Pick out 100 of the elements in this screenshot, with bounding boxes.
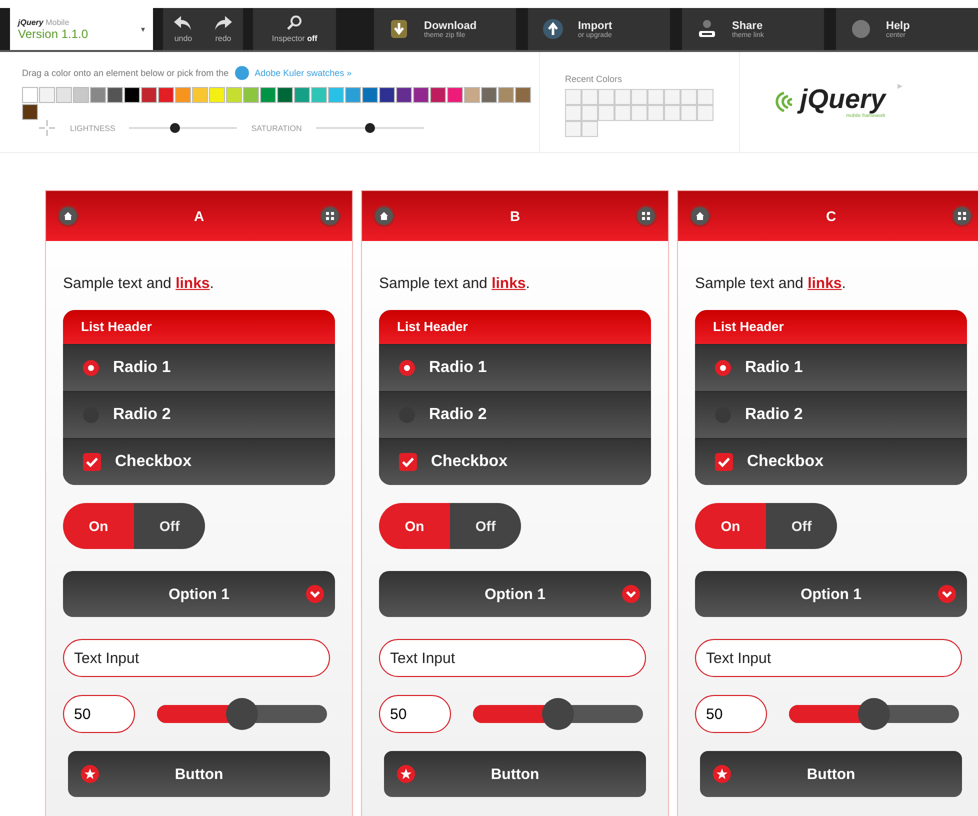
- color-swatch[interactable]: [447, 87, 463, 103]
- star-button[interactable]: Button: [68, 751, 330, 797]
- radio-button[interactable]: [83, 360, 99, 376]
- brand-logo-text: jQuery: [18, 18, 44, 26]
- slider-thumb[interactable]: [364, 123, 375, 133]
- slider-thumb[interactable]: [542, 698, 574, 730]
- color-swatch[interactable]: [243, 87, 259, 103]
- color-swatch[interactable]: [481, 87, 497, 103]
- color-swatch[interactable]: [107, 87, 123, 103]
- color-swatch[interactable]: [430, 87, 446, 103]
- list-header: List Header: [63, 310, 335, 344]
- checkbox[interactable]: [83, 453, 101, 471]
- color-swatch[interactable]: [464, 87, 480, 103]
- color-swatch[interactable]: [141, 87, 157, 103]
- checkbox[interactable]: [399, 453, 417, 471]
- grid-button[interactable]: [319, 205, 341, 227]
- sample-link[interactable]: links: [808, 275, 842, 292]
- select-menu[interactable]: Option 1: [63, 571, 335, 617]
- text-input-field[interactable]: Text Input: [695, 639, 962, 677]
- home-button[interactable]: [689, 205, 711, 227]
- option-label: Radio 1: [429, 359, 487, 377]
- sample-text: Sample text and links.: [379, 275, 531, 292]
- checkbox-row[interactable]: Checkbox: [379, 438, 651, 485]
- slider-track[interactable]: [473, 698, 643, 730]
- kuler-icon: [234, 66, 249, 80]
- home-icon: [695, 211, 705, 221]
- star-button[interactable]: Button: [700, 751, 962, 797]
- color-swatch[interactable]: [158, 87, 174, 103]
- toggle-option[interactable]: Off: [134, 503, 205, 549]
- toggle-option[interactable]: Off: [766, 503, 837, 549]
- radio-row[interactable]: Radio 2: [63, 391, 335, 438]
- color-swatch[interactable]: [226, 87, 242, 103]
- color-swatch[interactable]: [192, 87, 208, 103]
- slider-track[interactable]: [157, 698, 327, 730]
- instruction-text: Drag a color onto an element below or pick from the: [22, 68, 229, 78]
- search-icon: [286, 15, 303, 31]
- grid-icon: [641, 211, 651, 221]
- slider-thumb[interactable]: [858, 698, 890, 730]
- color-swatch[interactable]: [294, 87, 310, 103]
- radio-row[interactable]: Radio 1: [695, 344, 967, 391]
- slider-value-field[interactable]: 50: [379, 695, 451, 733]
- color-swatch[interactable]: [311, 87, 327, 103]
- crosshair-icon: [38, 119, 56, 137]
- sample-link[interactable]: links: [492, 275, 526, 292]
- version-menu[interactable]: jQuery Mobile Version 1.1.0 ▾: [10, 8, 154, 50]
- color-swatch[interactable]: [90, 87, 106, 103]
- color-swatch[interactable]: [396, 87, 412, 103]
- color-swatch[interactable]: [73, 87, 89, 103]
- radio-row[interactable]: Radio 2: [379, 391, 651, 438]
- toggle-option[interactable]: On: [379, 503, 450, 549]
- sample-link[interactable]: links: [176, 275, 210, 292]
- color-swatch[interactable]: [362, 87, 378, 103]
- color-swatch[interactable]: [345, 87, 361, 103]
- radio-row[interactable]: Radio 2: [695, 391, 967, 438]
- slider-thumb[interactable]: [170, 123, 180, 133]
- color-swatch[interactable]: [56, 87, 72, 103]
- toggle-option[interactable]: On: [63, 503, 134, 549]
- radio-row[interactable]: Radio 1: [63, 344, 335, 391]
- checkbox[interactable]: [715, 453, 733, 471]
- color-swatch[interactable]: [22, 87, 38, 103]
- text-input-field[interactable]: Text Input: [379, 639, 646, 677]
- slider-value-field[interactable]: 50: [695, 695, 767, 733]
- color-swatch[interactable]: [209, 87, 225, 103]
- radio-row[interactable]: Radio 1: [379, 344, 651, 391]
- select-menu[interactable]: Option 1: [379, 571, 651, 617]
- undo-icon: [173, 15, 194, 31]
- radio-button[interactable]: [715, 360, 731, 376]
- star-button[interactable]: Button: [384, 751, 646, 797]
- checkbox-row[interactable]: Checkbox: [63, 438, 335, 485]
- toggle-option[interactable]: On: [695, 503, 766, 549]
- chevron-down-icon: [937, 584, 957, 604]
- option-label: Checkbox: [431, 453, 508, 471]
- header-title: B: [510, 208, 520, 224]
- color-swatch[interactable]: [22, 104, 38, 120]
- color-swatch[interactable]: [124, 87, 140, 103]
- home-button[interactable]: [57, 205, 79, 227]
- color-swatch[interactable]: [39, 87, 55, 103]
- color-swatch[interactable]: [413, 87, 429, 103]
- color-swatch[interactable]: [379, 87, 395, 103]
- color-swatch[interactable]: [515, 87, 531, 103]
- grid-icon: [325, 211, 335, 221]
- radio-button[interactable]: [399, 360, 415, 376]
- select-menu[interactable]: Option 1: [695, 571, 967, 617]
- slider-thumb[interactable]: [226, 698, 258, 730]
- color-swatch[interactable]: [277, 87, 293, 103]
- redo-icon: [213, 15, 234, 31]
- option-label: Radio 2: [113, 406, 171, 424]
- grid-button[interactable]: [951, 205, 973, 227]
- color-swatch[interactable]: [328, 87, 344, 103]
- color-swatch[interactable]: [175, 87, 191, 103]
- slider-track[interactable]: [789, 698, 959, 730]
- color-swatch[interactable]: [498, 87, 514, 103]
- slider-value-field[interactable]: 50: [63, 695, 135, 733]
- inspector-button[interactable]: Inspector off: [253, 8, 336, 50]
- text-input-field[interactable]: Text Input: [63, 639, 330, 677]
- home-button[interactable]: [373, 205, 395, 227]
- checkbox-row[interactable]: Checkbox: [695, 438, 967, 485]
- color-swatch[interactable]: [260, 87, 276, 103]
- grid-button[interactable]: [635, 205, 657, 227]
- toggle-option[interactable]: Off: [450, 503, 521, 549]
